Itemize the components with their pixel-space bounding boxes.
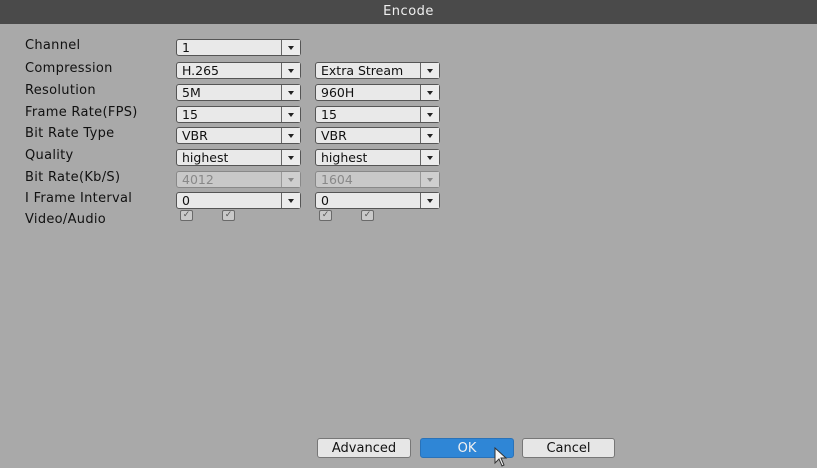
chevron-down-icon bbox=[281, 128, 300, 143]
compression-label: Compression bbox=[25, 61, 113, 76]
chevron-down-icon bbox=[281, 107, 300, 122]
chevron-down-icon bbox=[420, 107, 439, 122]
extra-i-frame-interval-select[interactable]: 0 bbox=[315, 192, 440, 209]
channel-label: Channel bbox=[25, 38, 81, 53]
extra-quality-select[interactable]: highest bbox=[315, 149, 440, 166]
checkmark-icon: ✓ bbox=[182, 210, 191, 220]
encode-panel: Channel Compression Resolution Frame Rat… bbox=[0, 24, 817, 468]
extra-frame-rate-value: 15 bbox=[321, 107, 337, 122]
main-bit-rate-value: 4012 bbox=[182, 172, 214, 187]
video-audio-label: Video/Audio bbox=[25, 212, 107, 227]
chevron-down-icon bbox=[281, 63, 300, 78]
frame-rate-label: Frame Rate(FPS) bbox=[25, 105, 138, 120]
main-i-frame-interval-select[interactable]: 0 bbox=[176, 192, 301, 209]
chevron-down-icon bbox=[281, 150, 300, 165]
chevron-down-icon bbox=[420, 172, 439, 187]
extra-bit-rate-type-value: VBR bbox=[321, 128, 347, 143]
extra-resolution-select[interactable]: 960H bbox=[315, 84, 440, 101]
chevron-down-icon bbox=[420, 85, 439, 100]
chevron-down-icon bbox=[281, 193, 300, 208]
main-quality-select[interactable]: highest bbox=[176, 149, 301, 166]
extra-audio-checkbox[interactable]: ✓ bbox=[361, 210, 374, 221]
extra-bit-rate-value: 1604 bbox=[321, 172, 353, 187]
checkmark-icon: ✓ bbox=[224, 210, 233, 220]
main-bit-rate-type-value: VBR bbox=[182, 128, 208, 143]
extra-resolution-value: 960H bbox=[321, 85, 355, 100]
extra-compression-select[interactable]: Extra Stream bbox=[315, 62, 440, 79]
main-resolution-select[interactable]: 5M bbox=[176, 84, 301, 101]
extra-bit-rate-type-select[interactable]: VBR bbox=[315, 127, 440, 144]
chevron-down-icon bbox=[281, 172, 300, 187]
chevron-down-icon bbox=[281, 40, 300, 55]
quality-label: Quality bbox=[25, 148, 74, 163]
main-resolution-value: 5M bbox=[182, 85, 201, 100]
main-compression-select[interactable]: H.265 bbox=[176, 62, 301, 79]
bit-rate-label: Bit Rate(Kb/S) bbox=[25, 170, 121, 185]
chevron-down-icon bbox=[420, 193, 439, 208]
main-audio-checkbox[interactable]: ✓ bbox=[222, 210, 235, 221]
main-compression-value: H.265 bbox=[182, 63, 220, 78]
resolution-label: Resolution bbox=[25, 83, 96, 98]
window-title: Encode bbox=[0, 0, 817, 24]
extra-quality-value: highest bbox=[321, 150, 368, 165]
chevron-down-icon bbox=[420, 63, 439, 78]
main-frame-rate-value: 15 bbox=[182, 107, 198, 122]
extra-i-frame-interval-value: 0 bbox=[321, 193, 329, 208]
chevron-down-icon bbox=[420, 150, 439, 165]
main-frame-rate-select[interactable]: 15 bbox=[176, 106, 301, 123]
main-bit-rate-select: 4012 bbox=[176, 171, 301, 188]
main-quality-value: highest bbox=[182, 150, 229, 165]
advanced-button[interactable]: Advanced bbox=[317, 438, 411, 458]
bit-rate-type-label: Bit Rate Type bbox=[25, 126, 115, 141]
main-bit-rate-type-select[interactable]: VBR bbox=[176, 127, 301, 144]
extra-video-checkbox[interactable]: ✓ bbox=[319, 210, 332, 221]
checkmark-icon: ✓ bbox=[363, 210, 372, 220]
extra-compression-value: Extra Stream bbox=[321, 63, 404, 78]
main-video-checkbox[interactable]: ✓ bbox=[180, 210, 193, 221]
extra-bit-rate-select: 1604 bbox=[315, 171, 440, 188]
cancel-button[interactable]: Cancel bbox=[522, 438, 615, 458]
chevron-down-icon bbox=[420, 128, 439, 143]
channel-value: 1 bbox=[182, 40, 190, 55]
channel-select[interactable]: 1 bbox=[176, 39, 301, 56]
checkmark-icon: ✓ bbox=[321, 210, 330, 220]
mouse-pointer-icon bbox=[494, 447, 508, 467]
chevron-down-icon bbox=[281, 85, 300, 100]
extra-frame-rate-select[interactable]: 15 bbox=[315, 106, 440, 123]
main-i-frame-interval-value: 0 bbox=[182, 193, 190, 208]
i-frame-interval-label: I Frame Interval bbox=[25, 191, 133, 206]
